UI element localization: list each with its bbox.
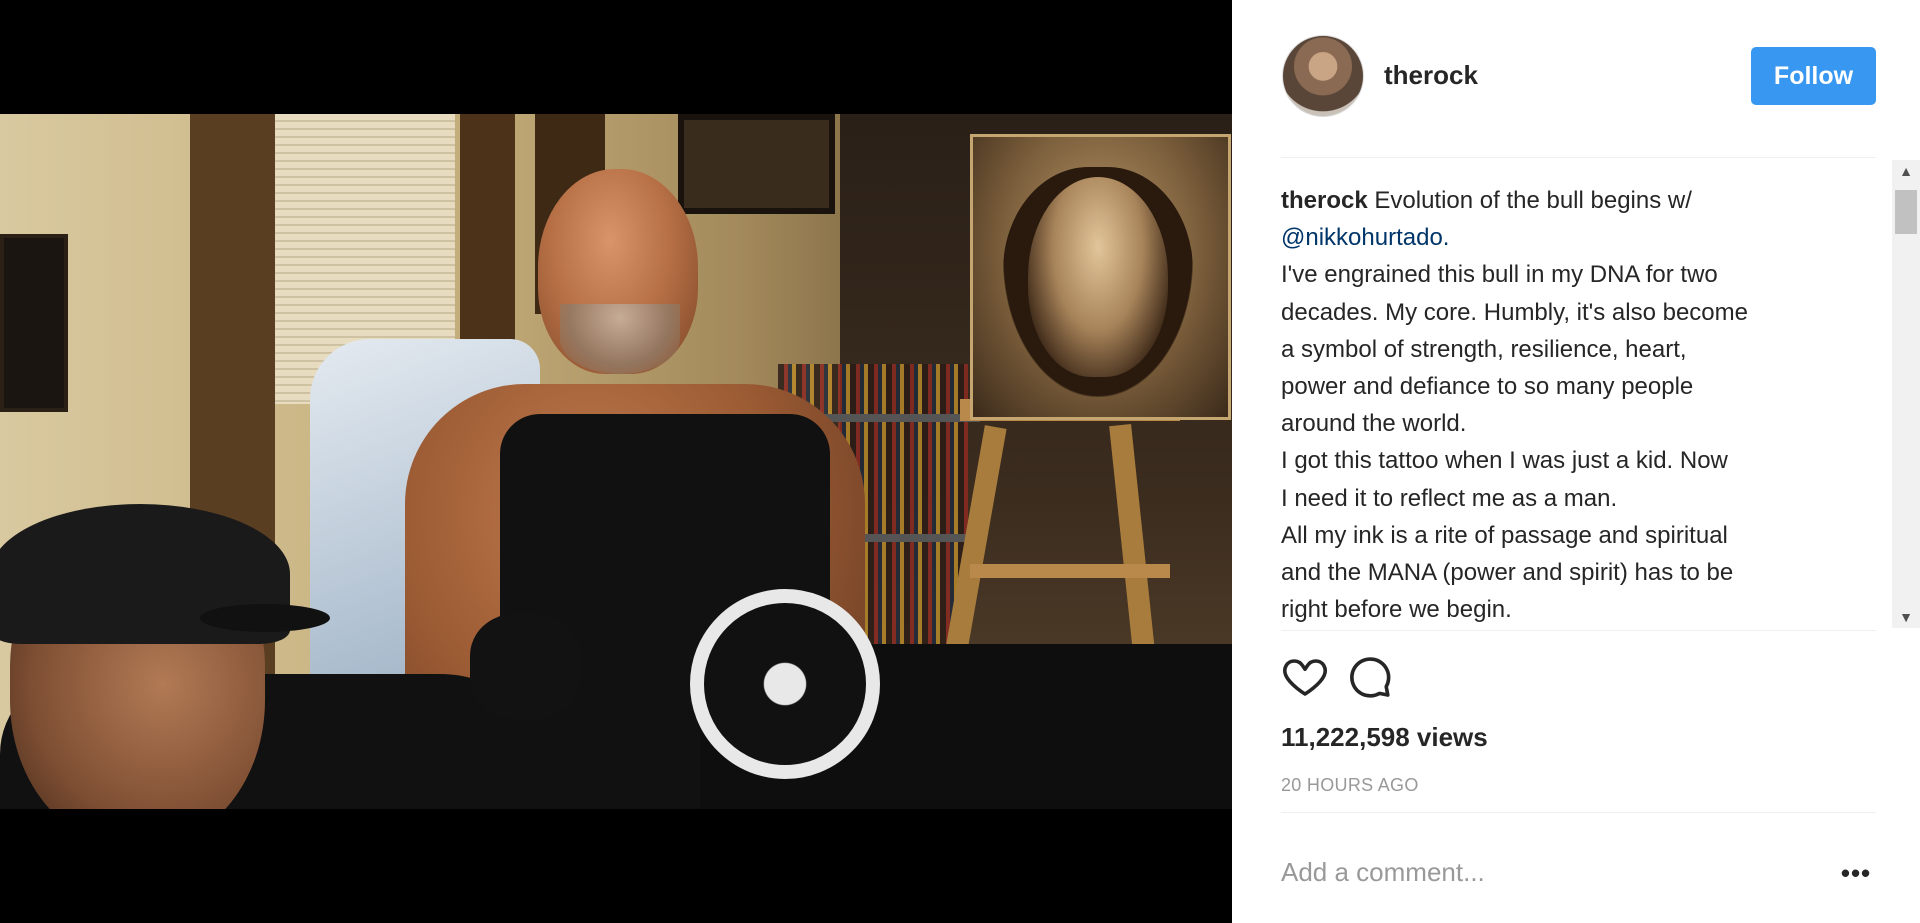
caption-text: I got this tattoo when I was just a kid.…	[1281, 447, 1728, 475]
username-link[interactable]: therock	[1384, 60, 1478, 91]
post-header: therock Follow	[1232, 0, 1920, 155]
post-actions	[1281, 652, 1481, 702]
caption-text: around the world.	[1281, 410, 1467, 438]
comment-bubble-icon[interactable]	[1345, 652, 1393, 700]
caption-text: and the MANA (power and spirit) has to b…	[1281, 559, 1734, 587]
photo-artist-glove	[470, 614, 580, 719]
heart-icon[interactable]	[1281, 652, 1329, 700]
mention-link[interactable]: @nikkohurtado.	[1281, 219, 1841, 256]
caption-text: All my ink is a rite of passage and spir…	[1281, 521, 1728, 549]
post-side-panel: therock Follow therock Evolution of the …	[1232, 0, 1920, 923]
avatar[interactable]	[1282, 35, 1364, 117]
comment-input[interactable]	[1281, 850, 1801, 894]
photo-easel-bar	[970, 564, 1170, 578]
more-options-icon[interactable]: •••	[1836, 856, 1876, 890]
scroll-down-arrow-icon[interactable]: ▼	[1892, 606, 1920, 628]
caption-text: decades. My core. Humbly, it's also beco…	[1281, 298, 1748, 326]
caption-divider	[1281, 630, 1876, 631]
view-count[interactable]: 11,222,598 views	[1281, 722, 1488, 753]
photo-bull-logo	[690, 589, 880, 779]
post-media[interactable]	[0, 0, 1232, 923]
header-divider	[1281, 157, 1876, 158]
photo-wall-picture	[678, 114, 835, 214]
photo-portrait-painting	[970, 134, 1231, 420]
caption-scrollbar[interactable]: ▲ ▼	[1892, 160, 1920, 628]
painting-face	[1028, 177, 1168, 377]
scroll-up-arrow-icon[interactable]: ▲	[1892, 160, 1920, 182]
caption-author-link[interactable]: therock	[1281, 187, 1368, 214]
photo-artist-cap-brim	[200, 604, 330, 632]
scrollbar-thumb[interactable]	[1895, 190, 1917, 234]
caption-text: a symbol of strength, resilience, heart,	[1281, 335, 1687, 363]
caption-text: I've engrained this bull in my DNA for t…	[1281, 261, 1718, 289]
caption: therock Evolution of the bull begins w/ …	[1281, 182, 1841, 627]
caption-text: right before we begin.	[1281, 596, 1512, 624]
post-photo[interactable]	[0, 114, 1232, 809]
caption-text: power and defiance to so many people	[1281, 373, 1694, 401]
photo-wall-frame	[0, 234, 68, 412]
post-timestamp[interactable]: 20 HOURS AGO	[1281, 775, 1419, 796]
caption-text: I need it to reflect me as a man.	[1281, 484, 1618, 512]
follow-button[interactable]: Follow	[1751, 47, 1876, 105]
caption-text: Evolution of the bull begins w/	[1374, 187, 1692, 214]
caption-first-line: therock Evolution of the bull begins w/	[1281, 182, 1841, 219]
footer-divider	[1281, 812, 1876, 813]
photo-subject-beard	[560, 304, 680, 374]
